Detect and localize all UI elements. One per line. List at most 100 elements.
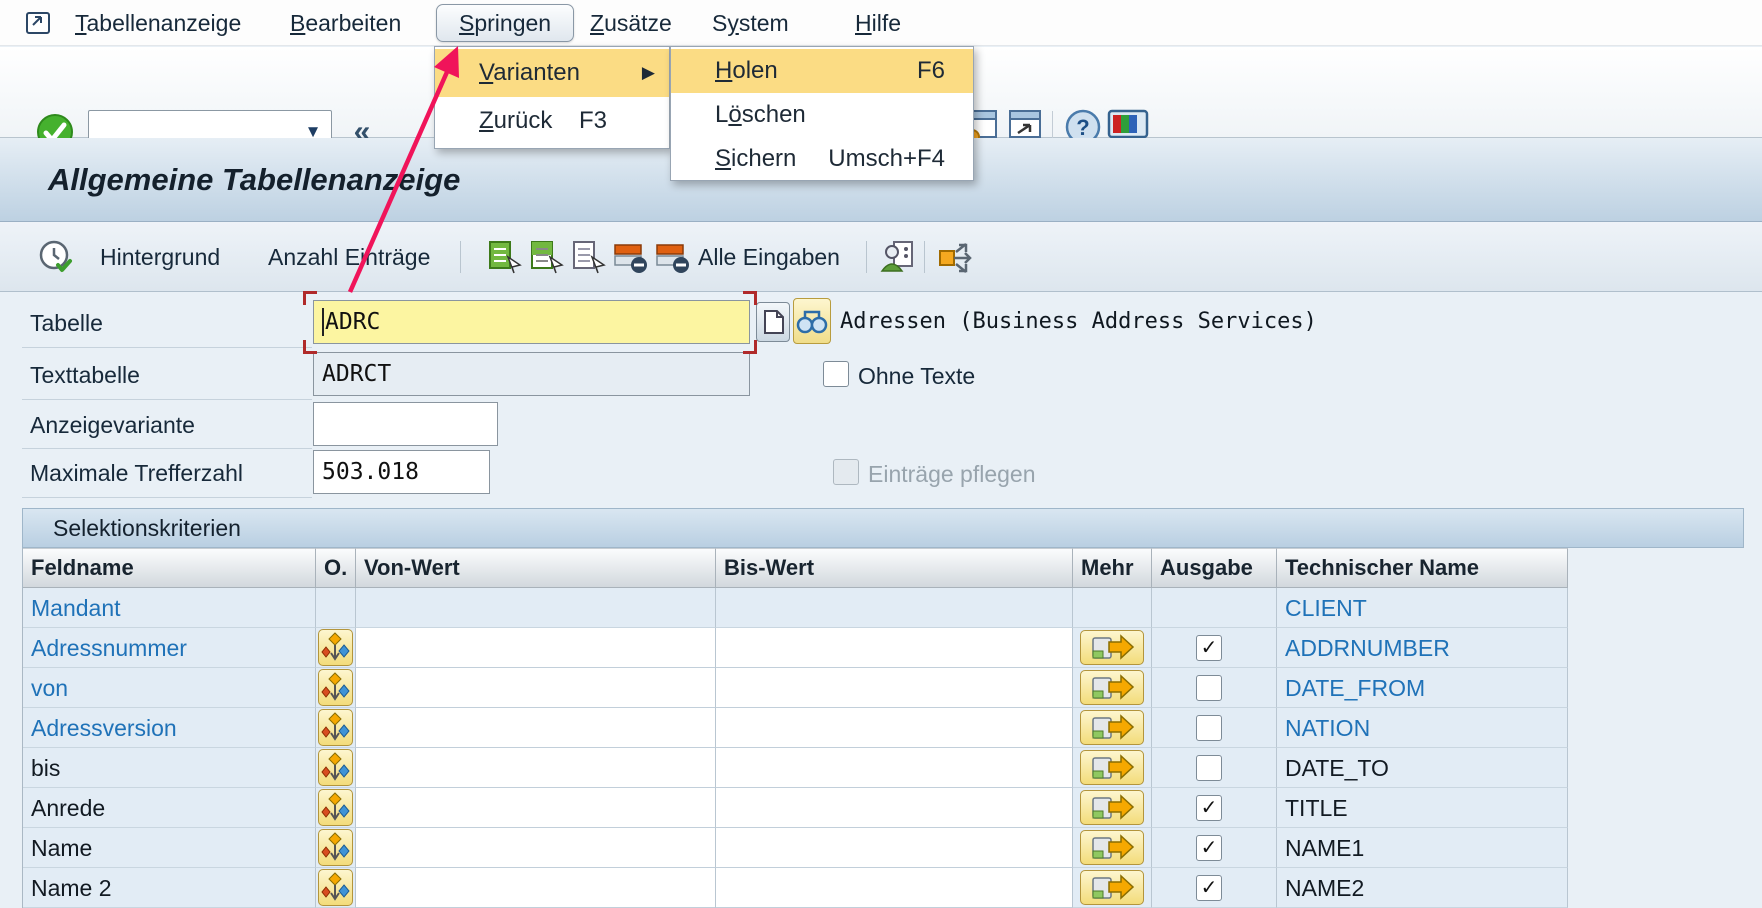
field-name-link[interactable]: Mandant (31, 588, 121, 628)
bis-wert-input[interactable] (716, 708, 1073, 748)
technical-name: DATE_TO (1285, 748, 1389, 788)
multiple-selection-icon[interactable] (318, 869, 353, 906)
possible-entries-icon[interactable] (756, 302, 790, 342)
select-block-icon[interactable] (528, 239, 564, 275)
distribute-export-icon[interactable] (936, 239, 980, 275)
field-name-link[interactable]: Adressversion (31, 708, 177, 748)
output-checkbox[interactable]: ✓ (1196, 635, 1222, 661)
more-selection-icon[interactable] (1080, 630, 1144, 665)
alle-eingaben-button[interactable]: Alle Eingaben (698, 222, 840, 292)
output-checkbox[interactable] (1196, 715, 1222, 741)
window-menu-icon[interactable] (24, 8, 54, 38)
multiple-selection-icon[interactable] (318, 709, 353, 746)
page-title: Allgemeine Tabellenanzeige (48, 138, 460, 222)
bis-wert-input[interactable] (716, 748, 1073, 788)
more-selection-icon[interactable] (1080, 790, 1144, 825)
field-name-link[interactable]: Adressnummer (31, 628, 187, 668)
von-wert-input[interactable] (356, 748, 716, 788)
bis-wert-input[interactable] (716, 628, 1073, 668)
apptoolbar-separator (460, 241, 461, 273)
selektionskriterien-header: Selektionskriterien (22, 508, 1744, 548)
von-wert-input[interactable] (356, 868, 716, 908)
column-header-feldname: Feldname (23, 548, 316, 588)
technical-name: NAME2 (1285, 868, 1364, 908)
output-checkbox[interactable]: ✓ (1196, 795, 1222, 821)
anzahl-eintraege-button[interactable]: Anzahl Einträge (268, 222, 430, 292)
tabelle-field[interactable]: ADRC (313, 300, 750, 344)
texttabelle-field[interactable]: ADRCT (313, 352, 750, 396)
focus-bracket (303, 291, 317, 305)
apptoolbar-separator (924, 241, 925, 273)
menu-system[interactable]: System (712, 0, 789, 46)
more-selection-icon[interactable] (1080, 670, 1144, 705)
more-selection-icon[interactable] (1080, 870, 1144, 905)
output-checkbox[interactable] (1196, 755, 1222, 781)
column-header-mehr: Mehr (1073, 548, 1152, 588)
more-selection-icon[interactable] (1080, 750, 1144, 785)
maximale-trefferzahl-label: Maximale Trefferzahl (30, 460, 243, 487)
more-selection-icon[interactable] (1080, 710, 1144, 745)
execute-in-background-icon[interactable] (38, 239, 74, 275)
technical-name: DATE_FROM (1285, 668, 1425, 708)
focus-bracket (743, 340, 757, 354)
menu-item-sichern[interactable]: Sichern Umsch+F4 (671, 137, 973, 181)
multiple-selection-icon[interactable] (318, 629, 353, 666)
von-wert-input[interactable] (356, 788, 716, 828)
search-help-icon[interactable] (793, 298, 831, 344)
field-name-link: bis (31, 748, 60, 788)
multiple-selection-icon[interactable] (318, 749, 353, 786)
output-checkbox[interactable]: ✓ (1196, 835, 1222, 861)
von-wert-input[interactable] (356, 628, 716, 668)
user-parameters-icon[interactable] (880, 239, 916, 275)
delete-all-inputs-icon[interactable] (654, 239, 690, 275)
bis-wert-input[interactable] (716, 828, 1073, 868)
column-header-bis-wert: Bis-Wert (716, 548, 1073, 588)
technical-name: NATION (1285, 708, 1370, 748)
menu-springen[interactable]: Springen (436, 4, 574, 42)
multiple-selection-icon[interactable] (318, 789, 353, 826)
multiple-selection-icon[interactable] (318, 829, 353, 866)
selection-row: Anrede ✓ TITLE (23, 788, 1568, 828)
von-wert-input[interactable] (356, 668, 716, 708)
von-wert-input[interactable] (356, 708, 716, 748)
multiple-selection-icon[interactable] (318, 669, 353, 706)
menu-zusaetze[interactable]: Zusätze (590, 0, 672, 46)
menu-item-holen[interactable]: Holen F6 (671, 49, 973, 93)
menu-hilfe[interactable]: Hilfe (855, 0, 901, 46)
ohne-texte-checkbox[interactable] (823, 361, 849, 387)
more-selection-icon[interactable] (1080, 830, 1144, 865)
maximale-trefferzahl-field[interactable]: 503.018 (313, 450, 490, 494)
apptoolbar-separator (866, 241, 867, 273)
von-wert-input[interactable] (356, 828, 716, 868)
column-header-technischer-name: Technischer Name (1277, 548, 1568, 588)
field-name-link: Name (31, 828, 92, 868)
output-checkbox[interactable] (1196, 675, 1222, 701)
delete-selection-icon[interactable] (612, 239, 648, 275)
technical-name: ADDRNUMBER (1285, 628, 1450, 668)
hintergrund-button[interactable]: Hintergrund (100, 222, 220, 292)
menu-bearbeiten[interactable]: Bearbeiten (290, 0, 401, 46)
menu-bar: Tabellenanzeige Bearbeiten Springen Zusä… (0, 0, 1762, 46)
focus-bracket (743, 291, 757, 305)
menu-item-varianten[interactable]: Varianten ▶ (435, 49, 669, 97)
menu-item-loeschen[interactable]: Löschen (671, 93, 973, 137)
shortcut-umsch-f4: Umsch+F4 (828, 137, 945, 181)
selection-row: Name ✓ NAME1 (23, 828, 1568, 868)
menu-tabellenanzeige[interactable]: Tabellenanzeige (75, 0, 241, 46)
bis-wert-input[interactable] (716, 668, 1073, 708)
select-all-icon[interactable] (486, 239, 522, 275)
eintraege-pflegen-label: Einträge pflegen (868, 461, 1036, 488)
focus-bracket (303, 340, 317, 354)
column-header-o: O. (316, 548, 356, 588)
anzeigevariante-field[interactable] (313, 402, 498, 446)
bis-wert-input[interactable] (716, 868, 1073, 908)
output-checkbox[interactable]: ✓ (1196, 875, 1222, 901)
bis-wert-input[interactable] (716, 788, 1073, 828)
field-name-link[interactable]: von (31, 668, 68, 708)
von-wert-input[interactable] (356, 588, 716, 628)
deselect-all-icon[interactable] (570, 239, 606, 275)
selection-table: Feldname O. Von-Wert Bis-Wert Mehr Ausga… (22, 548, 1567, 908)
bis-wert-input[interactable] (716, 588, 1073, 628)
menu-item-zurueck[interactable]: Zurück F3 (435, 97, 669, 145)
technical-name: NAME1 (1285, 828, 1364, 868)
